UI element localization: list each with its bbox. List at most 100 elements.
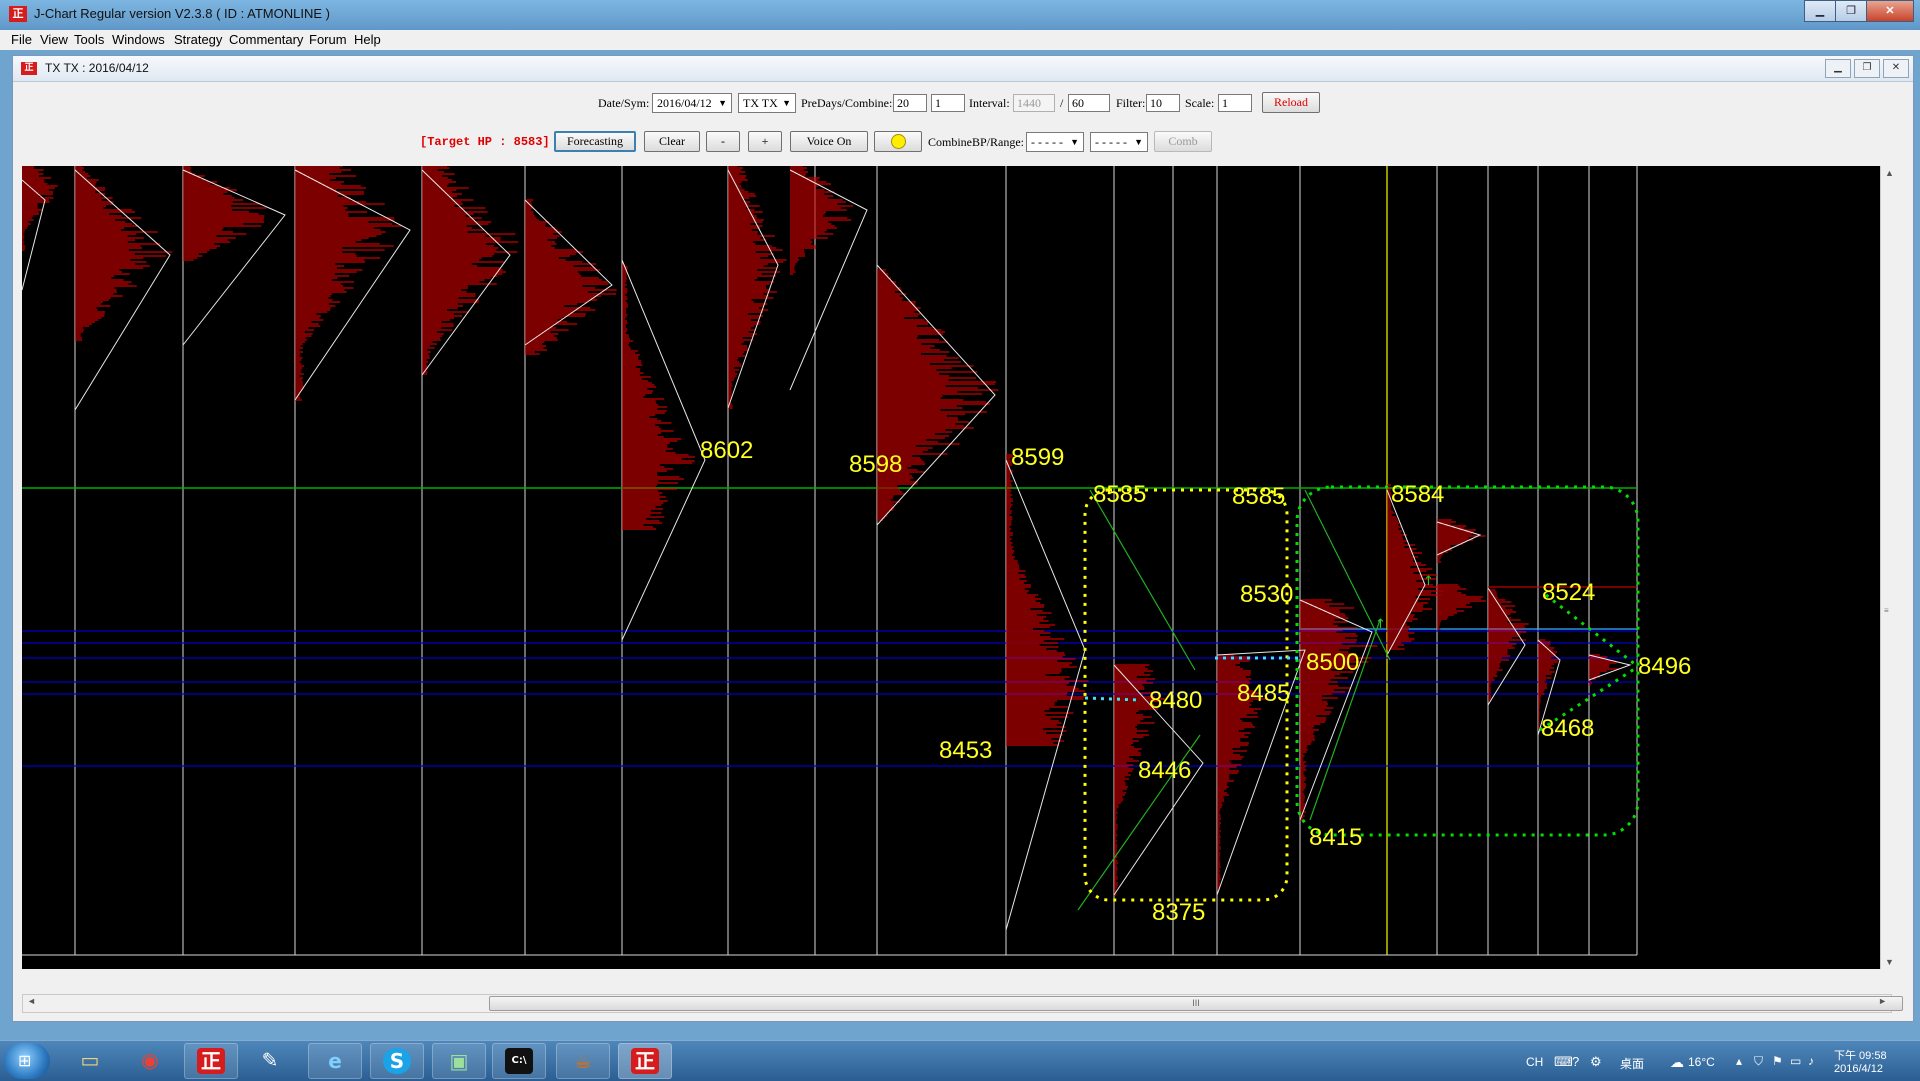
clock-time[interactable]: 下午 09:58 (1834, 1047, 1887, 1063)
menu-forum[interactable]: Forum (309, 32, 347, 47)
scroll-up-arrow-icon[interactable]: ▲ (1885, 168, 1894, 178)
price-label: 8598 (849, 451, 902, 478)
system-tray: CH ⌨ ? ⚙ 桌面 ☁ 16°C ▴ ⛉ ⚑ ▭ ♪ 下午 09:58 20… (1510, 1045, 1910, 1079)
child-restore-button[interactable]: ❐ (1854, 59, 1880, 78)
zoom-in-button[interactable]: + (748, 131, 782, 152)
chevron-down-icon: ▼ (1070, 137, 1079, 147)
scale-label: Scale: (1185, 96, 1215, 110)
clock-date[interactable]: 2016/4/12 (1834, 1063, 1883, 1075)
keyboard-icon[interactable]: ⌨ (1554, 1054, 1573, 1070)
voice-on-button[interactable]: Voice On (790, 131, 868, 152)
interval-input[interactable]: 1440 (1013, 94, 1055, 112)
reload-button[interactable]: Reload (1262, 92, 1320, 113)
taskbar-skype[interactable]: S (370, 1043, 424, 1079)
chart-canvas: ↑ ↑ 8602 8598 8599 8585 8585 8584 8530 8524 8500 8… (22, 166, 1691, 956)
target-hp-label: [Target HP : 8583] (420, 135, 550, 149)
menu-view[interactable]: View (40, 32, 68, 47)
menu-windows[interactable]: Windows (112, 32, 165, 47)
taskbar-notes[interactable]: ✎ (244, 1043, 298, 1079)
menu-bar: File View Tools Windows Strategy Comment… (0, 30, 1920, 50)
chart-window-title: TX TX : 2016/04/12 (45, 61, 149, 75)
child-close-button[interactable]: ✕ (1883, 59, 1909, 78)
weather-temp[interactable]: 16°C (1688, 1055, 1715, 1069)
price-label: 8496 (1638, 653, 1691, 680)
menu-commentary[interactable]: Commentary (229, 32, 303, 47)
menu-strategy[interactable]: Strategy (174, 32, 222, 47)
profile-outline (621, 259, 706, 641)
date-select[interactable]: 2016/04/12 ▼ (652, 93, 732, 113)
range-value-2: - - - - - (1095, 135, 1127, 149)
vertical-scrollbar[interactable]: ▲ ≡ ▼ (1880, 166, 1899, 969)
weather-cloud-icon: ☁ (1670, 1054, 1684, 1070)
maximize-button[interactable]: ❐ (1835, 0, 1867, 22)
flag-icon[interactable]: ⚑ (1772, 1054, 1783, 1068)
menu-help[interactable]: Help (354, 32, 381, 47)
range-select-1[interactable]: - - - - - ▼ (1026, 132, 1084, 152)
volume-icon[interactable]: ♪ (1808, 1054, 1814, 1068)
horizontal-scrollbar[interactable]: ◄ III ► (22, 994, 1903, 1013)
price-label: 8468 (1541, 715, 1594, 742)
market-profile-chart[interactable]: ↑ ↑ 8602 8598 8599 8585 8585 8584 8530 8524 8500 8… (22, 166, 1898, 969)
menu-file[interactable]: File (11, 32, 32, 47)
taskbar-java[interactable]: ☕ (556, 1043, 610, 1079)
price-label: 8415 (1309, 824, 1362, 851)
window-controls: ▁ ❐ ✕ (1804, 0, 1914, 22)
windows-logo-icon: ⊞ (18, 1051, 32, 1070)
taskbar-folder[interactable]: ▭ (64, 1043, 118, 1079)
taskbar-monitor[interactable]: ▣ (432, 1043, 486, 1079)
menu-tools[interactable]: Tools (74, 32, 104, 47)
taskbar-jchart[interactable]: 正 (184, 1043, 238, 1079)
range-select-2[interactable]: - - - - - ▼ (1090, 132, 1148, 152)
settings-icon[interactable]: ⚙ (1590, 1054, 1602, 1070)
app-title: J-Chart Regular version V2.3.8 ( ID : AT… (34, 6, 330, 21)
network-icon[interactable]: ▭ (1790, 1054, 1801, 1068)
price-label: 8453 (939, 737, 992, 764)
date-value: 2016/04/12 (657, 96, 712, 110)
scroll-left-arrow-icon[interactable]: ◄ (27, 996, 36, 1006)
filter-input[interactable]: 10 (1146, 94, 1180, 112)
combine-range-label: CombineBP/Range: (928, 135, 1024, 149)
jchart-logo-icon: 正 (197, 1048, 225, 1074)
interval-label: Interval: (969, 96, 1010, 110)
taskbar-chrome[interactable]: ◉ (124, 1043, 178, 1079)
scroll-right-arrow-icon[interactable]: ► (1878, 996, 1887, 1006)
price-label: 8524 (1542, 579, 1595, 606)
show-hidden-icons[interactable]: ▴ (1736, 1054, 1742, 1068)
terminal-icon: C:\ (505, 1048, 533, 1074)
forecasting-button[interactable]: Forecasting (554, 131, 636, 152)
price-label: 8485 (1237, 680, 1290, 707)
start-button[interactable]: ⊞ (4, 1043, 50, 1079)
taskbar-jchart-active[interactable]: 正 (618, 1043, 672, 1079)
zoom-out-button[interactable]: - (706, 131, 740, 152)
price-label: 8500 (1306, 649, 1359, 676)
chevron-down-icon: ▼ (782, 98, 791, 108)
symbol-select[interactable]: TX TX ▼ (738, 93, 796, 113)
combine-input[interactable]: 1 (931, 94, 965, 112)
profile-outline (789, 169, 868, 391)
clear-button[interactable]: Clear (644, 131, 700, 152)
horizontal-scroll-thumb[interactable]: III (489, 996, 1903, 1011)
folder-icon: ▭ (80, 1048, 100, 1072)
taskbar-edge[interactable]: e (308, 1043, 362, 1079)
scale-input[interactable]: 1 (1218, 94, 1252, 112)
light-indicator-button[interactable] (874, 131, 922, 152)
shield-icon[interactable]: ⛉ (1754, 1054, 1763, 1069)
help-icon[interactable]: ? (1572, 1054, 1579, 1069)
price-label: 8585 (1093, 481, 1146, 508)
close-button[interactable]: ✕ (1866, 0, 1914, 22)
minimize-button[interactable]: ▁ (1804, 0, 1836, 22)
monitor-icon: ▣ (449, 1049, 469, 1073)
comb-button[interactable]: Comb (1154, 131, 1212, 152)
taskbar-cmd[interactable]: C:\ (492, 1043, 546, 1079)
interval-minutes-input[interactable]: 60 (1068, 94, 1110, 112)
range-value-1: - - - - - (1031, 135, 1063, 149)
price-label: 8585 (1232, 483, 1285, 510)
desktop-toolbar[interactable]: 桌面 (1620, 1055, 1644, 1072)
scroll-down-arrow-icon[interactable]: ▼ (1885, 957, 1894, 967)
scroll-thumb[interactable]: ≡ (1884, 606, 1894, 636)
child-minimize-button[interactable]: ▁ (1825, 59, 1851, 78)
input-language[interactable]: CH (1526, 1055, 1543, 1069)
predays-input[interactable]: 20 (893, 94, 927, 112)
price-label: 8375 (1152, 899, 1205, 926)
skype-icon: S (383, 1048, 411, 1074)
